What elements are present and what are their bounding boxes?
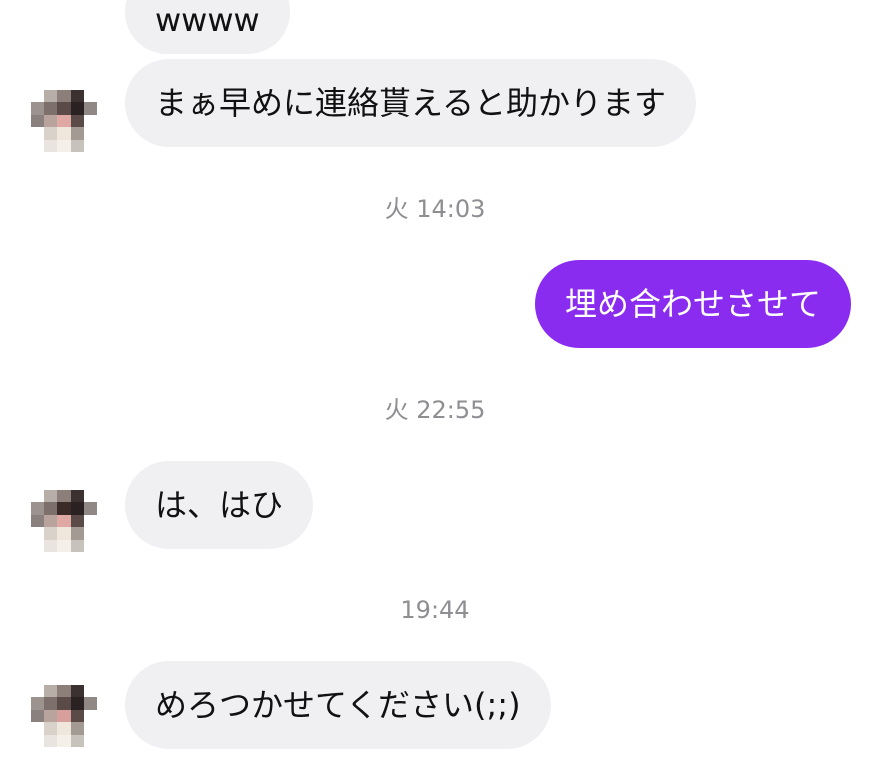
avatar[interactable]: [31, 90, 97, 152]
incoming-message[interactable]: まぁ早めに連絡貰えると助かります: [125, 59, 697, 147]
outgoing-message[interactable]: 埋め合わせさせて: [534, 260, 851, 348]
incoming-message[interactable]: wwww: [125, 0, 290, 54]
incoming-message[interactable]: めろつかせてください(;;): [125, 661, 551, 749]
timestamp: 19:44: [400, 596, 470, 624]
timestamp: 火 14:03: [384, 195, 486, 223]
timestamp: 火 22:55: [384, 396, 486, 424]
avatar[interactable]: [31, 490, 97, 552]
incoming-message[interactable]: は、はひ: [125, 461, 314, 549]
chat-thread: wwww まぁ早めに連絡貰えると助かります 火 14:03 埋め合わせさせて 火…: [0, 0, 870, 771]
avatar[interactable]: [31, 685, 97, 747]
